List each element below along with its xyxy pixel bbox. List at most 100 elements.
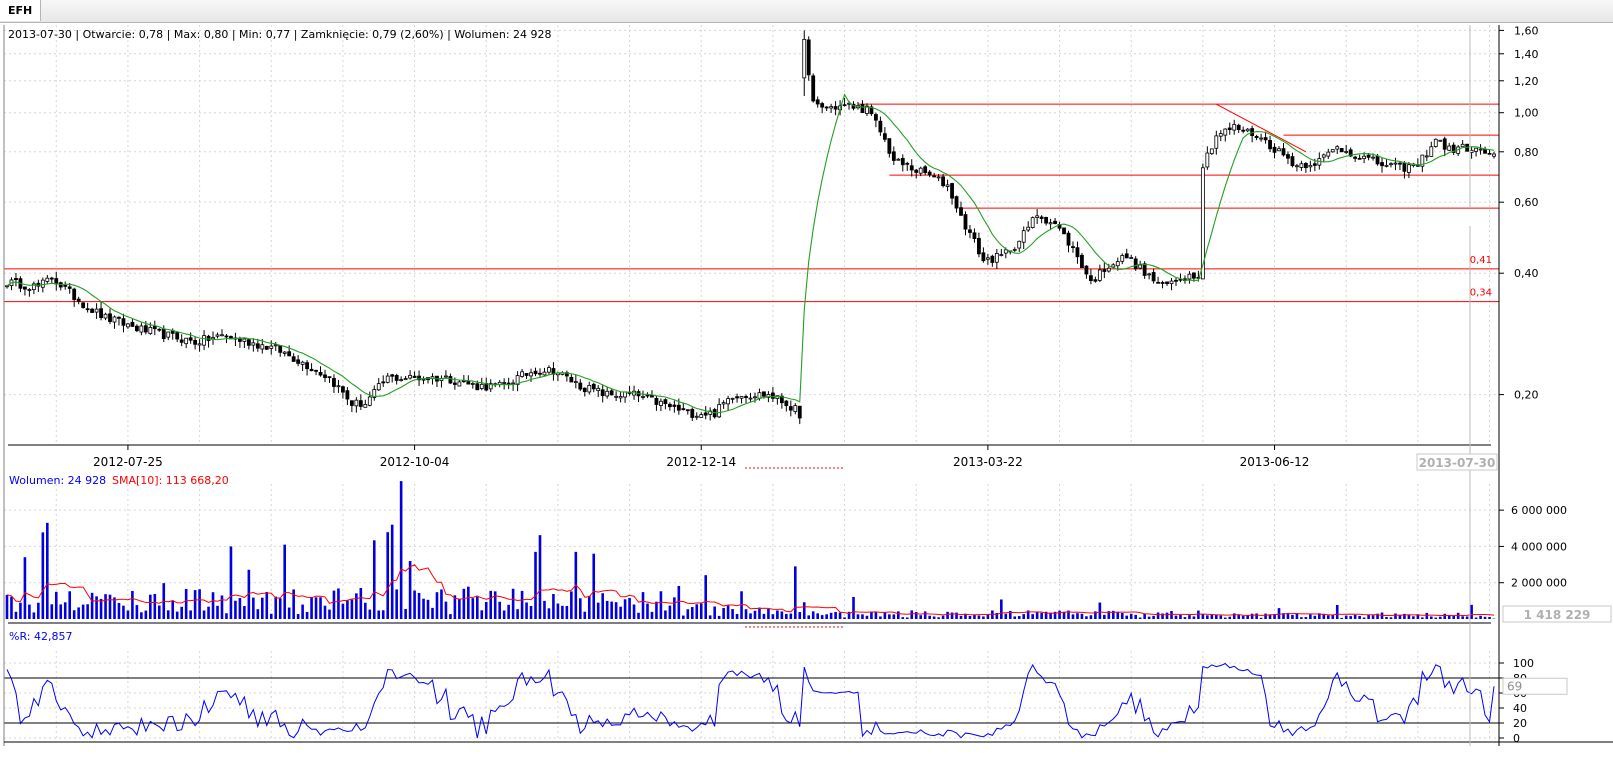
stock-chart[interactable]: 0,41 0,34 0,20 0,40 0,60 0,80 1,00 1,20 1,40 1,6… xyxy=(0,22,1613,766)
candle-body xyxy=(1115,261,1120,267)
candle-body xyxy=(72,288,77,301)
volume-bar xyxy=(632,604,636,619)
volume-bar xyxy=(1241,615,1245,619)
candle-body xyxy=(587,385,592,393)
candle-body xyxy=(730,397,735,400)
candle-body xyxy=(1389,163,1393,166)
volume-bar xyxy=(547,608,551,619)
volume-bar xyxy=(1313,615,1317,619)
volume-bar xyxy=(1219,615,1223,619)
candle-body xyxy=(278,345,283,353)
volume-bar xyxy=(189,610,192,619)
volume-bar xyxy=(646,603,649,619)
candle-body xyxy=(1147,273,1152,276)
candle-body xyxy=(618,396,623,399)
candle-body xyxy=(421,378,426,381)
volume-bar xyxy=(776,610,779,619)
candle-body xyxy=(596,387,601,392)
candle-body xyxy=(506,382,511,385)
candle-body xyxy=(121,318,126,326)
volume-bar xyxy=(1255,613,1258,619)
candle-body xyxy=(45,277,50,282)
volume-bar xyxy=(852,596,855,619)
volume-bar xyxy=(1385,617,1388,619)
candle-body xyxy=(806,39,811,76)
candle-body xyxy=(323,374,327,379)
candle-body xyxy=(470,382,475,385)
volume-bar xyxy=(1461,616,1464,619)
candle-body xyxy=(1447,145,1452,151)
volume-bar xyxy=(77,607,80,619)
candle-body xyxy=(1102,269,1107,272)
candle-body xyxy=(1071,246,1075,249)
volume-bar xyxy=(99,598,103,619)
volume-bar xyxy=(932,616,936,619)
candle-body xyxy=(336,385,341,388)
volume-bar xyxy=(798,612,802,619)
candle-body xyxy=(874,114,878,121)
volume-bar xyxy=(368,609,372,619)
candle-body xyxy=(1227,127,1232,131)
candle-body xyxy=(1218,133,1223,137)
candle-body xyxy=(1407,164,1411,173)
volume-bar xyxy=(561,605,564,619)
tab-efh[interactable]: EFH xyxy=(0,0,42,21)
wr-tick-label: 40 xyxy=(1513,702,1527,715)
candle-body xyxy=(1080,254,1084,268)
candle-body xyxy=(1286,154,1290,159)
volume-bar xyxy=(229,546,233,619)
volume-bar xyxy=(1080,613,1084,619)
volume-bar xyxy=(843,617,846,619)
candle-body xyxy=(148,326,153,334)
volume-bar xyxy=(1456,612,1460,619)
volume-bar xyxy=(1152,615,1155,619)
volume-bar xyxy=(1358,615,1361,619)
candle-body xyxy=(251,342,256,346)
candle-body xyxy=(681,408,686,411)
candle-body xyxy=(833,106,838,110)
volume-bar xyxy=(471,598,475,619)
volume-bar xyxy=(973,615,976,619)
volume-bar xyxy=(1335,604,1339,619)
candle-body xyxy=(94,308,99,313)
volume-bar xyxy=(1443,613,1447,619)
volume-bar xyxy=(72,610,76,619)
volume-bar xyxy=(1349,616,1352,619)
candle-body xyxy=(1438,139,1443,142)
candle-body xyxy=(184,337,189,345)
candle-body xyxy=(753,396,757,399)
candle-body xyxy=(909,165,914,171)
price-tick-label: 1,00 xyxy=(1514,107,1539,120)
volume-bar xyxy=(1174,615,1178,619)
candle-body xyxy=(735,396,739,399)
candle-body xyxy=(582,387,587,393)
candle-body xyxy=(157,328,162,331)
volume-bar xyxy=(704,575,708,619)
candle-body xyxy=(188,337,193,341)
volume-bar xyxy=(117,602,121,619)
candle-body xyxy=(829,106,834,109)
candle-body xyxy=(1483,148,1487,154)
candle-body xyxy=(1124,253,1129,259)
volume-bar xyxy=(28,604,31,619)
volume-bar xyxy=(95,596,98,619)
volume-bar xyxy=(861,614,864,619)
candle-body xyxy=(1424,155,1429,158)
candle-body xyxy=(296,359,301,364)
volume-bar xyxy=(296,614,300,619)
candle-body xyxy=(1295,165,1299,168)
volume-bar xyxy=(1013,616,1017,619)
candle-body xyxy=(690,408,695,418)
volume-bar xyxy=(431,607,434,619)
candle-body xyxy=(318,372,323,376)
candle-body xyxy=(27,289,32,291)
candle-body xyxy=(466,381,471,385)
candle-body xyxy=(179,339,184,343)
volume-bar xyxy=(332,590,336,619)
candle-body xyxy=(309,368,314,372)
candle-body xyxy=(448,376,453,384)
volume-bar xyxy=(122,605,125,619)
volume-bar xyxy=(556,603,560,619)
candle-body xyxy=(1142,263,1147,276)
volume-bar xyxy=(1470,604,1473,619)
